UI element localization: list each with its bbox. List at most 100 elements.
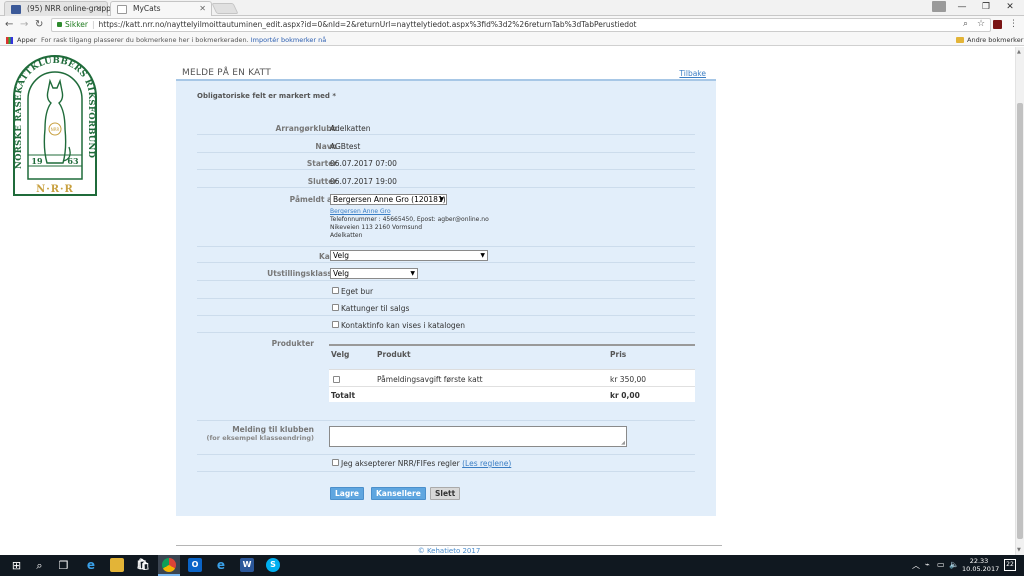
word-icon[interactable]: W bbox=[240, 558, 254, 572]
row-arranger: Arrangørklubb Adelkatten bbox=[197, 124, 695, 135]
delete-button[interactable]: Slett bbox=[430, 487, 461, 500]
name-value: AGBtest bbox=[330, 142, 361, 151]
svg-text:NRR: NRR bbox=[51, 127, 60, 132]
back-link[interactable]: Tilbake bbox=[679, 69, 706, 78]
clock-time: 22.33 bbox=[969, 557, 989, 565]
panel-header: MELDE PÅ EN KATT Tilbake bbox=[176, 62, 716, 81]
url-text: https://katt.nrr.no/nayttelyilmoittautum… bbox=[98, 20, 637, 29]
page-title: MELDE PÅ EN KATT bbox=[182, 68, 271, 78]
close-window-button[interactable]: ✕ bbox=[998, 0, 1022, 15]
scroll-up-icon[interactable]: ▲ bbox=[1017, 49, 1021, 55]
minimize-button[interactable]: — bbox=[950, 0, 974, 15]
address-bar[interactable]: Sikker | https://katt.nrr.no/nayttelyilmoi… bbox=[51, 18, 991, 32]
dropdown-arrow-icon: ▼ bbox=[410, 270, 415, 277]
scroll-down-icon[interactable]: ▼ bbox=[1017, 547, 1021, 553]
contact-in-catalog-checkbox[interactable] bbox=[332, 321, 339, 328]
total-value: kr 0,00 bbox=[610, 391, 640, 400]
bookmark-apps[interactable]: Apper bbox=[17, 36, 36, 44]
row-start: Starter 06.07.2017 07:00 bbox=[197, 159, 695, 170]
battery-icon[interactable]: ▭ bbox=[937, 560, 945, 569]
back-arrow-icon[interactable]: ← bbox=[5, 19, 13, 30]
star-icon[interactable]: ☆ bbox=[977, 19, 985, 29]
lock-icon bbox=[57, 22, 62, 27]
volume-icon[interactable]: 🔈 bbox=[949, 560, 959, 569]
tab-title: (95) NRR online-gruppe bbox=[27, 4, 116, 13]
row-accept bbox=[197, 458, 695, 472]
other-bookmarks[interactable]: Andre bokmerker bbox=[967, 36, 1023, 44]
browser-toolbar: ← → ↻ Sikker | https://katt.nrr.no/nayttel… bbox=[0, 16, 1024, 34]
class-label: Utstillingsklasse bbox=[267, 269, 337, 278]
profile-icon[interactable] bbox=[932, 1, 946, 12]
restore-button[interactable]: ❐ bbox=[974, 0, 998, 15]
windows-start-icon[interactable]: ⊞ bbox=[10, 559, 23, 572]
products-label: Produkter bbox=[271, 339, 314, 348]
extension-icon[interactable] bbox=[993, 20, 1002, 29]
bookmarks-hint: For rask tilgang plasserer du bokmerkene… bbox=[41, 36, 326, 44]
new-tab-button[interactable] bbox=[211, 3, 239, 14]
scrollbar-thumb[interactable] bbox=[1017, 103, 1023, 539]
arranger-label: Arrangørklubb bbox=[275, 124, 337, 133]
footer: © Kehatieto 2017 bbox=[417, 547, 481, 555]
total-label: Totalt bbox=[331, 391, 356, 400]
cat-select-value: Velg bbox=[333, 251, 350, 260]
row-message bbox=[197, 441, 695, 455]
own-cage-label: Eget bur bbox=[341, 287, 374, 296]
edge-icon[interactable]: e bbox=[84, 558, 98, 572]
search-icon[interactable]: ⌕ bbox=[963, 19, 968, 29]
task-view-icon[interactable]: ❐ bbox=[57, 559, 70, 572]
facebook-icon bbox=[11, 5, 21, 14]
kittens-for-sale-checkbox[interactable] bbox=[332, 304, 339, 311]
class-select-value: Velg bbox=[333, 269, 350, 278]
skype-icon[interactable]: S bbox=[266, 558, 280, 572]
kittens-for-sale-label: Kattunger til salgs bbox=[341, 304, 410, 313]
notification-count: 22 bbox=[1006, 561, 1014, 568]
notification-center-icon[interactable]: 22 bbox=[1004, 559, 1016, 571]
apps-icon bbox=[6, 37, 13, 44]
products-table-header: Velg Produkt Pris bbox=[329, 346, 695, 370]
svg-text:N·R·R: N·R·R bbox=[36, 184, 74, 195]
file-explorer-icon[interactable] bbox=[110, 558, 124, 572]
end-value: 06.07.2017 19:00 bbox=[330, 177, 397, 186]
cat-select[interactable]: Velg ▼ bbox=[330, 250, 488, 261]
network-icon[interactable]: ⌁ bbox=[925, 560, 930, 569]
tab-facebook[interactable]: (95) NRR online-gruppe ✕ bbox=[4, 1, 116, 16]
show-hidden-icons[interactable]: ︿ bbox=[912, 560, 920, 571]
col-select: Velg bbox=[331, 350, 350, 359]
store-icon[interactable]: 🛍 bbox=[136, 558, 150, 572]
internet-explorer-icon[interactable]: e bbox=[214, 558, 228, 572]
class-select[interactable]: Velg ▼ bbox=[330, 268, 418, 279]
save-button[interactable]: Lagre bbox=[330, 487, 364, 500]
footer-divider bbox=[176, 545, 722, 546]
page-scrollbar[interactable]: ▲ ▼ bbox=[1015, 47, 1024, 555]
search-icon[interactable]: ⌕ bbox=[33, 559, 46, 572]
chrome-icon[interactable] bbox=[162, 558, 176, 572]
svg-text:19: 19 bbox=[31, 156, 43, 166]
signed-up-by-value: Bergersen Anne Gro (120181) bbox=[333, 195, 446, 204]
signed-up-by-select[interactable]: Bergersen Anne Gro (120181) ▼ bbox=[330, 194, 447, 205]
row-class: Utstillingsklasse bbox=[197, 268, 695, 281]
row-products-end bbox=[197, 407, 695, 421]
close-tab-icon[interactable]: ✕ bbox=[95, 4, 102, 13]
cancel-button[interactable]: Kansellere bbox=[371, 487, 426, 500]
import-bookmarks-link[interactable]: Importér bokmerker nå bbox=[251, 36, 327, 44]
col-price: Pris bbox=[610, 350, 627, 359]
owner-contact: Telefonnummer : 45665450, Epost: agber@o… bbox=[330, 216, 489, 223]
outlook-icon[interactable]: O bbox=[188, 558, 202, 572]
tab-strip: (95) NRR online-gruppe ✕ MyCats ✕ — ❐ ✕ bbox=[0, 0, 1024, 16]
reload-icon[interactable]: ↻ bbox=[35, 19, 43, 30]
message-label: Melding til klubben bbox=[232, 425, 314, 434]
own-cage-checkbox[interactable] bbox=[332, 287, 339, 294]
nrr-logo: NORSKE RASEKATTKLUBBERS RIKSFORBUND NRR … bbox=[13, 55, 97, 196]
forward-arrow-icon[interactable]: → bbox=[20, 19, 28, 30]
menu-icon[interactable]: ⋮ bbox=[1009, 19, 1018, 29]
owner-name-link[interactable]: Bergersen Anne Gro bbox=[330, 208, 391, 215]
tab-mycats[interactable]: MyCats ✕ bbox=[110, 1, 212, 16]
dropdown-arrow-icon: ▼ bbox=[439, 196, 444, 203]
owner-club: Adelkatten bbox=[330, 232, 363, 239]
folder-icon bbox=[956, 37, 964, 43]
close-tab-icon[interactable]: ✕ bbox=[199, 4, 206, 13]
product-checkbox[interactable] bbox=[333, 376, 340, 383]
page-viewport: NORSKE RASEKATTKLUBBERS RIKSFORBUND NRR … bbox=[0, 47, 1015, 555]
products-divider bbox=[329, 386, 695, 387]
taskbar-clock[interactable]: 22.33 10.05.2017 bbox=[962, 557, 999, 573]
